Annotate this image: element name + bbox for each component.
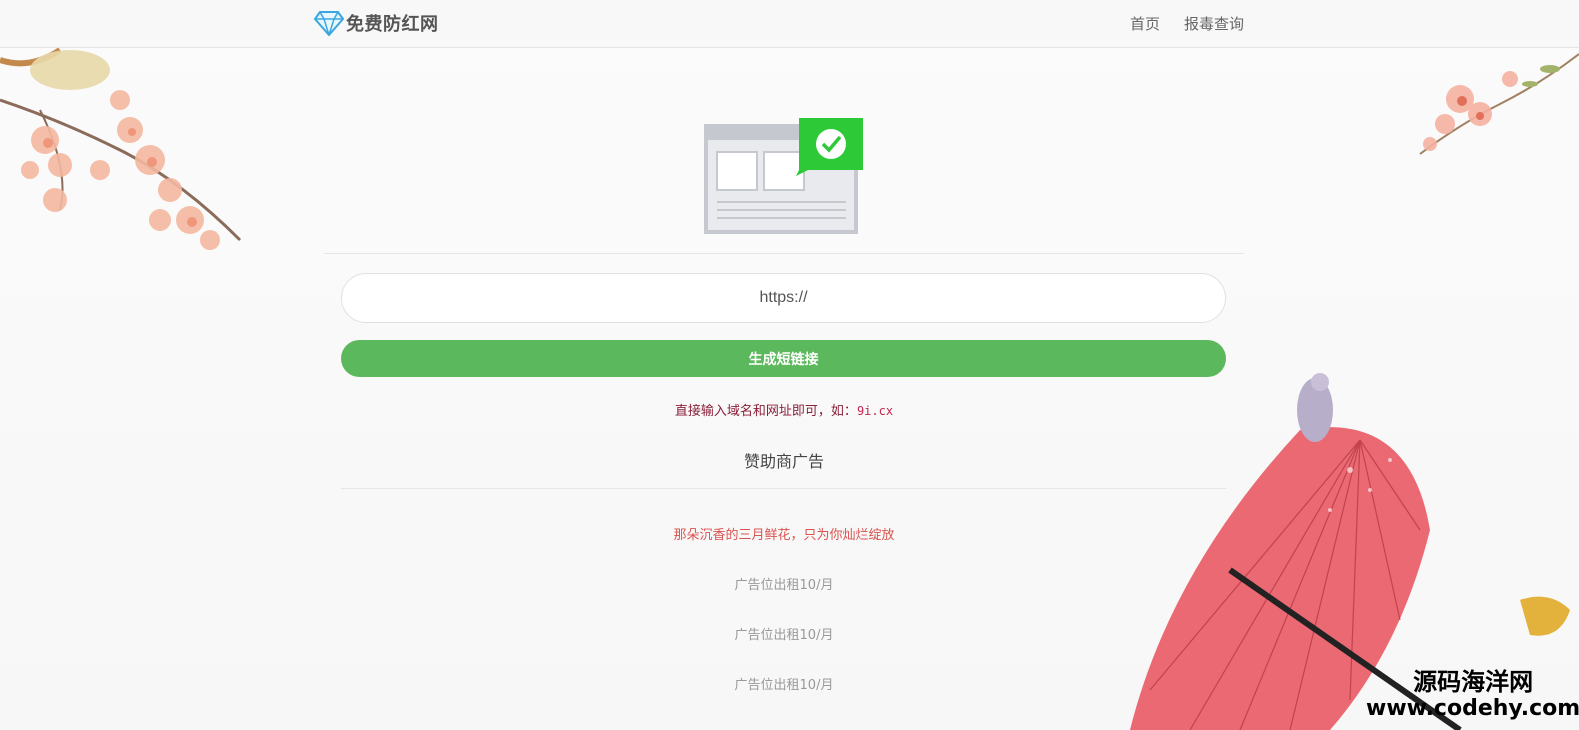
browser-check-illustration (704, 118, 863, 234)
section-divider (324, 253, 1244, 254)
input-hint: 直接输入域名和网址即可，如：9i.cx (324, 400, 1244, 419)
navbar: 免费防红网 首页 报毒查询 (0, 0, 1579, 48)
watermark-cn: 源码海洋网 (1413, 668, 1534, 696)
sponsor-ads-title: 赞助商广告 (743, 452, 824, 471)
ad-item[interactable]: 广告位出租10/月 (324, 674, 1244, 693)
hint-text: 直接输入域名和网址即可，如： (674, 404, 857, 419)
ads-divider (341, 488, 1226, 489)
nav-links: 首页 报毒查询 (1130, 13, 1244, 34)
ad-item[interactable]: 广告位出租10/月 (324, 574, 1244, 593)
blossom-branch-left-decoration (0, 47, 242, 250)
page: 免费防红网 首页 报毒查询 生成短链接 直接输入域名和网址即可，如：9i.cx (0, 0, 1579, 730)
nav-virus-check-link[interactable]: 报毒查询 (1184, 13, 1244, 34)
brand-name: 免费防红网 (346, 14, 439, 35)
nav-home-link[interactable]: 首页 (1130, 13, 1160, 34)
watermark-url: www.codehy.com (1366, 696, 1579, 721)
generate-short-link-button[interactable]: 生成短链接 (341, 340, 1226, 377)
ad-item-featured[interactable]: 那朵沉香的三月鲜花，只为你灿烂绽放 (324, 524, 1244, 543)
url-input[interactable] (341, 273, 1226, 323)
site-watermark: 源码海洋网 www.codehy.com (1366, 668, 1579, 722)
diamond-icon (314, 11, 344, 36)
hint-example: 9i.cx (856, 404, 894, 418)
blossom-branch-right-decoration (1419, 53, 1579, 155)
ad-item[interactable]: 广告位出租10/月 (324, 624, 1244, 643)
brand-link[interactable]: 免费防红网 (314, 10, 439, 36)
